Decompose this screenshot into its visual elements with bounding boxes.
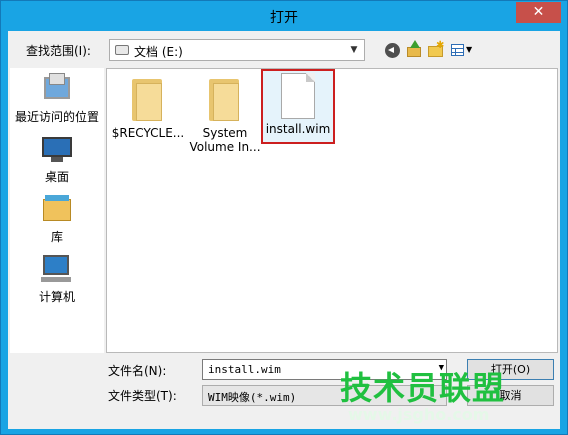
file-type-label: 文件类型(T): xyxy=(108,389,177,403)
watermark-url: www.jsgho.com xyxy=(348,405,490,424)
new-folder-icon[interactable]: ✱ xyxy=(426,40,446,60)
place-label: 计算机 xyxy=(38,290,75,304)
file-name: install.wim xyxy=(265,122,331,136)
drive-icon xyxy=(115,45,129,55)
file-list[interactable]: $RECYCLE... System Volume In... install.… xyxy=(106,68,558,353)
close-button[interactable]: ✕ xyxy=(516,2,561,23)
place-label: 库 xyxy=(50,230,63,244)
desktop-icon xyxy=(41,133,73,165)
look-in-label: 查找范围(I): xyxy=(26,44,91,58)
dialog-title: 打开 xyxy=(270,10,298,26)
place-library[interactable]: 库 xyxy=(10,193,104,245)
view-menu-icon[interactable]: ▼ xyxy=(449,40,475,60)
folder-icon xyxy=(130,73,166,123)
place-label: 桌面 xyxy=(44,170,69,184)
file-item[interactable]: $RECYCLE... xyxy=(111,73,185,140)
library-icon xyxy=(41,193,73,225)
recent-places-icon xyxy=(41,73,73,105)
file-icon xyxy=(281,73,315,119)
file-name: $RECYCLE... xyxy=(111,126,185,140)
computer-icon xyxy=(41,253,73,285)
file-item[interactable]: System Volume In... xyxy=(188,73,262,154)
place-desktop[interactable]: 桌面 xyxy=(10,133,104,185)
open-dialog: 打开 ✕ 查找范围(I): 文档 (E:) ▼ ✱ ▼ 最近访问的位置 桌面 库 xyxy=(0,0,568,435)
file-name-label: 文件名(N): xyxy=(108,364,167,378)
places-bar: 最近访问的位置 桌面 库 计算机 xyxy=(10,68,104,353)
place-label: 最近访问的位置 xyxy=(14,110,99,124)
file-type-value: WIM映像(*.wim) xyxy=(208,391,297,404)
place-computer[interactable]: 计算机 xyxy=(10,253,104,305)
place-recent[interactable]: 最近访问的位置 xyxy=(10,73,104,125)
watermark: 技术员联盟 www.jsgho.com xyxy=(334,363,534,429)
file-name-value: install.wim xyxy=(208,363,281,376)
up-folder-icon[interactable] xyxy=(404,40,424,60)
file-item-selected[interactable]: install.wim xyxy=(261,69,335,144)
folder-icon xyxy=(207,73,243,123)
look-in-dropdown[interactable]: 文档 (E:) ▼ xyxy=(109,39,365,61)
title-bar[interactable]: 打开 ✕ xyxy=(1,1,567,31)
watermark-logo-text: 技术员联盟 xyxy=(340,369,506,407)
back-icon[interactable] xyxy=(382,40,402,60)
chevron-down-icon[interactable]: ▼ xyxy=(347,43,361,57)
look-in-value: 文档 (E:) xyxy=(134,45,183,59)
file-name-line2: Volume In... xyxy=(189,140,261,154)
file-name: System xyxy=(202,126,248,140)
